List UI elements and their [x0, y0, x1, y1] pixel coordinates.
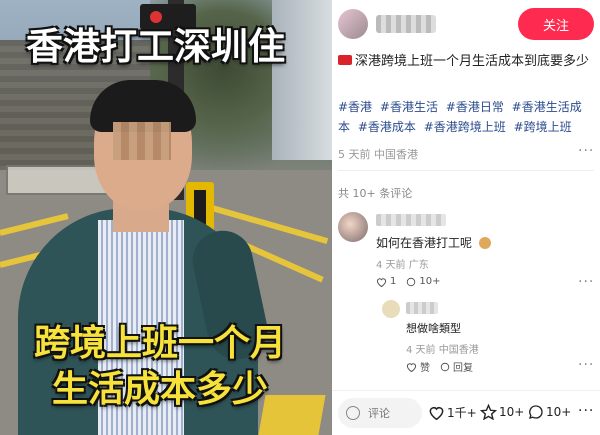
post-title-text: 深港跨境上班一个月生活成本到底要多少	[355, 54, 590, 69]
author-name[interactable]	[376, 15, 436, 33]
post-image[interactable]: 香港打工深圳住 跨境上班一个月 生活成本多少	[0, 0, 332, 435]
comment-more-icon[interactable]: ···	[578, 274, 594, 290]
reply-meta: 4 天前 中国香港	[406, 345, 479, 356]
comment-reply-button[interactable]: 10+	[406, 276, 440, 287]
star-icon	[480, 404, 497, 420]
reply-like-button[interactable]: 赞	[406, 359, 430, 374]
caption-bottom-line2: 生活成本多少	[51, 369, 268, 410]
commenter-avatar[interactable]	[338, 212, 368, 242]
comment-meta: 4 天前 广东	[376, 260, 429, 271]
comment-input-icon	[346, 406, 360, 420]
divider	[338, 170, 594, 171]
hk-flag-icon	[338, 55, 352, 65]
caption-bottom-line1: 跨境上班一个月	[33, 323, 286, 364]
more-options-icon[interactable]: ···	[578, 143, 594, 159]
hashtag[interactable]: #香港日常	[446, 100, 504, 114]
comments-button[interactable]: 10+	[528, 404, 571, 420]
emoji-icon	[478, 237, 491, 249]
reply-avatar[interactable]	[382, 300, 400, 318]
hashtag[interactable]: #香港生活	[380, 100, 438, 114]
like-count: 1	[390, 276, 397, 287]
favorite-total: 10+	[499, 405, 525, 419]
heart-icon	[406, 362, 417, 372]
comment-like-button[interactable]: 1	[376, 276, 396, 287]
reply-author-name[interactable]	[406, 302, 438, 314]
face-blur	[113, 122, 171, 160]
hashtag[interactable]: #香港	[338, 100, 372, 114]
comment-actions: 1 10+	[376, 276, 440, 287]
comment-count: 共 10+ 条评论	[338, 187, 413, 200]
reply-icon	[440, 362, 450, 371]
share-more-icon[interactable]: ···	[578, 403, 594, 419]
hashtag[interactable]: #香港成本	[358, 120, 416, 134]
comment-total: 10+	[546, 405, 572, 419]
post-title: 深港跨境上班一个月生活成本到底要多少	[338, 52, 596, 72]
hashtag[interactable]: #香港跨境上班	[424, 120, 506, 134]
comment-text-content: 如何在香港打工呢	[376, 236, 473, 250]
heart-icon	[376, 277, 387, 287]
heart-icon	[429, 406, 444, 420]
caption-top: 香港打工深圳住	[26, 25, 285, 68]
reply-text: 想做啥類型	[406, 322, 461, 335]
post-meta: 5 天前 中国香港	[338, 148, 418, 161]
commenter-name[interactable]	[376, 214, 446, 226]
comment-panel: 关注 深港跨境上班一个月生活成本到底要多少 #香港 #香港生活 #香港日常 #香…	[332, 0, 600, 435]
follow-button[interactable]: 关注	[518, 8, 594, 40]
like-label: 赞	[420, 363, 430, 374]
author-avatar[interactable]	[338, 9, 368, 39]
author-header: 关注	[332, 0, 600, 46]
reply-icon	[407, 277, 416, 286]
favorite-button[interactable]: 10+	[480, 404, 524, 420]
reply-label: 回复	[453, 363, 473, 374]
reply-reply-button[interactable]: 回复	[440, 359, 473, 374]
bottom-action-bar: 1千+ 10+ 10+ ···	[332, 390, 600, 435]
like-button[interactable]: 1千+	[428, 404, 477, 421]
reply-more-icon[interactable]: ···	[578, 357, 594, 373]
reply-actions: 赞 回复	[406, 359, 473, 374]
comment-text: 如何在香港打工呢	[376, 234, 491, 251]
reply-count: 10+	[419, 276, 441, 287]
hashtag-list: #香港 #香港生活 #香港日常 #香港生活成本 #香港成本 #香港跨境上班 #跨…	[338, 97, 596, 137]
comment-icon	[529, 405, 543, 419]
like-total: 1千+	[447, 406, 477, 420]
hashtag[interactable]: #跨境上班	[514, 120, 572, 134]
